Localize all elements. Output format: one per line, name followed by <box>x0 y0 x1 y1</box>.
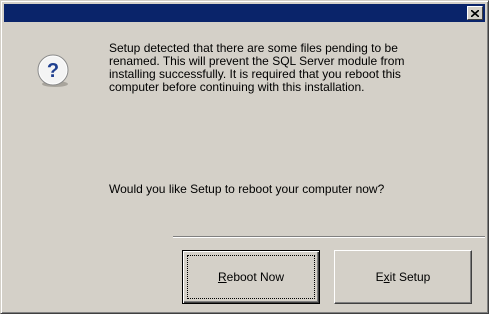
message-text: Setup detected that there are some files… <box>109 41 405 94</box>
close-button[interactable] <box>467 6 483 20</box>
exit-setup-button[interactable]: Exit Setup <box>334 250 472 304</box>
reboot-now-button[interactable]: Reboot Now <box>182 250 320 304</box>
reboot-now-label: Reboot Now <box>217 270 285 284</box>
close-icon <box>471 9 479 17</box>
exit-setup-label: Exit Setup <box>375 270 431 284</box>
reboot-prompt: Would you like Setup to reboot your comp… <box>109 182 385 196</box>
separator <box>173 236 485 238</box>
title-bar[interactable] <box>4 4 485 22</box>
setup-dialog: ? Setup detected that there are some fil… <box>0 0 489 314</box>
svg-text:?: ? <box>47 60 59 82</box>
question-icon: ? <box>37 54 69 87</box>
